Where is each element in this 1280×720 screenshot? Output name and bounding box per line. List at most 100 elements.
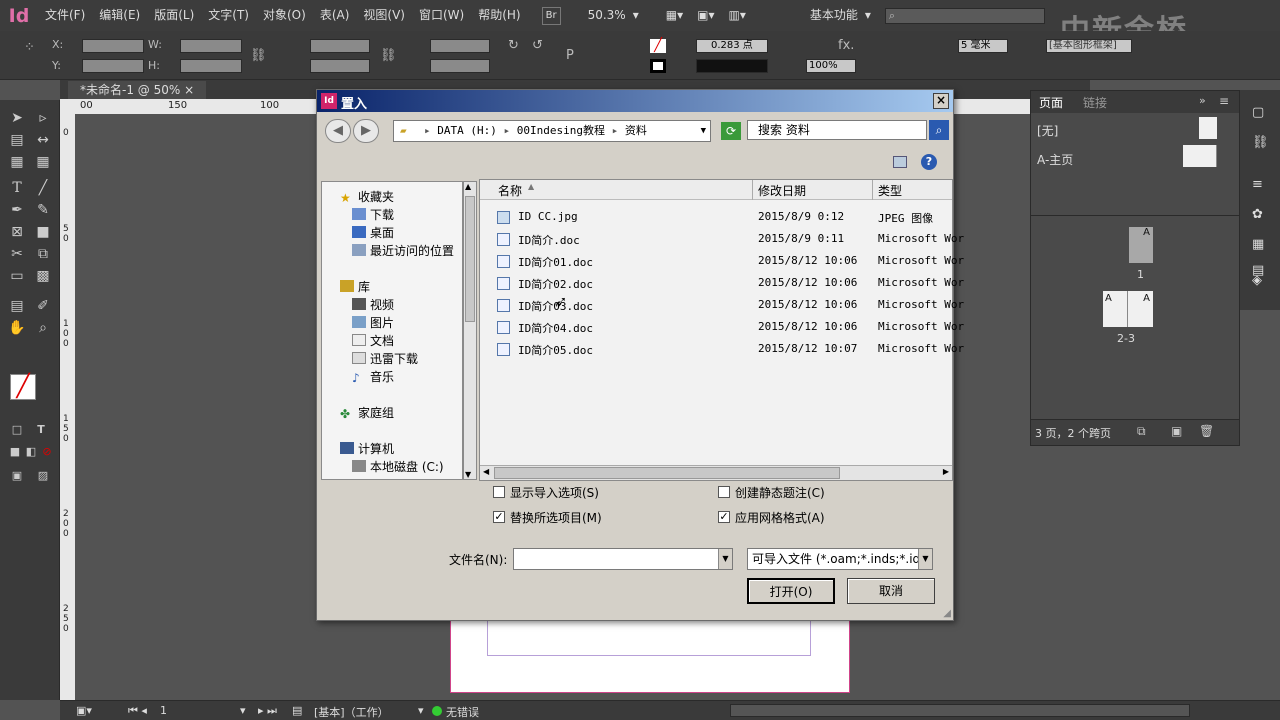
rectangle-frame-tool-icon[interactable]: ⊠ <box>6 222 28 242</box>
chevron-down-icon[interactable]: ▼ <box>918 549 932 569</box>
chevron-down-icon[interactable]: ▾ <box>633 0 639 31</box>
spread-2-3-thumb[interactable]: A A <box>1103 291 1153 327</box>
note-tool-icon[interactable]: ▤ <box>6 296 28 316</box>
stroke-swatch-icon[interactable] <box>650 59 666 73</box>
select-content-icon[interactable]: P <box>566 49 574 63</box>
breadcrumb-folder[interactable]: 00Indesing教程 <box>517 124 605 137</box>
preview-pane-icon[interactable] <box>893 156 907 168</box>
menu-edit[interactable]: 编辑(E) <box>92 0 147 31</box>
zoom-level[interactable]: 50.3% <box>581 0 633 31</box>
horizontal-scrollbar[interactable] <box>730 704 1190 717</box>
swatches-panel-icon[interactable]: ✿ <box>1252 208 1263 222</box>
scroll-down-icon[interactable]: ▼ <box>465 470 471 479</box>
address-dropdown-icon[interactable]: ▼ <box>701 121 706 141</box>
new-page-icon[interactable]: ▣ <box>1171 424 1182 438</box>
show-import-options-checkbox[interactable] <box>493 486 505 498</box>
file-row[interactable]: ID简介01.doc 2015/8/12 10:06 Microsoft Wor <box>480 251 964 271</box>
column-type[interactable]: 类型 <box>878 182 902 199</box>
trash-icon[interactable]: 🗑 <box>1199 424 1214 438</box>
fill-none-icon[interactable]: ╱ <box>650 39 666 53</box>
page-1-thumb[interactable]: A <box>1129 227 1153 263</box>
close-button[interactable]: × <box>933 93 949 109</box>
nav-scrollbar[interactable]: ▲ ▼ <box>463 181 477 480</box>
replace-selected-checkbox[interactable]: ✓ <box>493 511 505 523</box>
rectangle-tool-icon[interactable]: ■ <box>32 222 54 242</box>
selection-tool-icon[interactable]: ➤ <box>6 108 28 128</box>
menu-object[interactable]: 对象(O) <box>256 0 313 31</box>
gradient-swatch-tool-icon[interactable]: ▭ <box>6 266 28 286</box>
pages-panel-icon[interactable]: ▢ <box>1252 106 1264 120</box>
eyedropper-tool-icon[interactable]: ✐ <box>32 296 54 316</box>
file-list-hscrollbar[interactable]: ◀ ▶ <box>480 465 952 480</box>
dialog-title-bar[interactable]: Id 置入 × <box>317 90 953 112</box>
shear-field[interactable] <box>430 59 490 73</box>
working-mode[interactable]: [基本]（工作） <box>314 704 389 720</box>
help-search-input[interactable]: ⌕ <box>884 7 1045 24</box>
search-icon[interactable]: ⌕ <box>929 120 949 140</box>
rotate-ccw-icon[interactable]: ↺ <box>532 39 543 53</box>
screen-mode-icon[interactable]: ▣▾ <box>690 0 721 31</box>
stroke-panel-icon[interactable]: ≡ <box>1252 178 1263 192</box>
workspace-switcher[interactable]: 基本功能 <box>803 0 865 31</box>
scroll-right-icon[interactable]: ▶ <box>943 467 949 476</box>
zoom-tool-icon[interactable]: ⌕ <box>32 318 54 338</box>
scroll-left-icon[interactable]: ◀ <box>483 467 489 476</box>
width-field[interactable] <box>180 39 242 53</box>
nav-documents[interactable]: 文档 <box>352 332 394 349</box>
forward-button[interactable]: ▶ <box>353 119 379 143</box>
menu-view[interactable]: 视图(V) <box>356 0 412 31</box>
effects-icon[interactable]: fx. <box>838 39 854 53</box>
menu-window[interactable]: 窗口(W) <box>412 0 471 31</box>
menu-help[interactable]: 帮助(H) <box>471 0 527 31</box>
nav-favorites[interactable]: ★ 收藏夹 <box>340 188 394 205</box>
formatting-text-icon[interactable]: T <box>30 420 52 440</box>
rotate-cw-icon[interactable]: ↻ <box>508 39 519 53</box>
gap-tool-icon[interactable]: ↔ <box>32 130 54 150</box>
column-date[interactable]: 修改日期 <box>758 182 806 199</box>
document-page[interactable] <box>450 615 850 693</box>
chevron-down-icon[interactable]: ▾ <box>865 0 871 31</box>
page-size-icon[interactable]: ⧉ <box>1137 424 1146 439</box>
formatting-container-icon[interactable]: □ <box>6 420 28 440</box>
back-button[interactable]: ◀ <box>325 119 351 143</box>
tab-links[interactable]: 链接 <box>1083 94 1107 111</box>
view-options-icon[interactable]: ▦▾ <box>659 0 690 31</box>
file-type-select[interactable]: 可导入文件 (*.oam;*.inds;*.idn ▼ <box>747 548 933 570</box>
refresh-icon[interactable]: ⟳ <box>721 122 741 140</box>
hand-tool-icon[interactable]: ✋ <box>6 318 28 338</box>
constrain-link-icon[interactable]: ⛓ <box>250 49 267 63</box>
close-icon[interactable]: × <box>184 83 194 97</box>
tab-pages[interactable]: 页面 <box>1039 94 1063 111</box>
fill-none-icon[interactable]: ╱ <box>10 374 36 400</box>
document-tab[interactable]: *未命名-1 @ 50% × <box>68 81 207 99</box>
file-row[interactable]: ID简介.doc 2015/8/9 0:11 Microsoft Wor <box>480 229 964 249</box>
address-bar[interactable]: ▰ ▸ DATA (H:) ▸ 00Indesing教程 ▸ 资料 ▼ <box>393 120 711 142</box>
panel-menu-icon[interactable]: ≡ <box>1219 94 1229 108</box>
next-page-icon[interactable]: ▸ ⏭ <box>258 704 277 718</box>
links-panel-icon[interactable]: ⛓ <box>1252 136 1269 150</box>
gradient-feather-tool-icon[interactable]: ▩ <box>32 266 54 286</box>
scroll-up-icon[interactable]: ▲ <box>465 182 471 191</box>
nav-library[interactable]: 库 <box>340 278 370 295</box>
constrain-scale-icon[interactable]: ⛓ <box>380 49 397 63</box>
breadcrumb-drive[interactable]: DATA (H:) <box>437 124 497 137</box>
static-caption-checkbox[interactable] <box>718 486 730 498</box>
search-input[interactable]: 搜索 资料 <box>747 120 927 140</box>
column-divider[interactable] <box>752 180 753 200</box>
file-row[interactable]: ID简介03.doc 2015/8/12 10:06 Microsoft Wor <box>480 295 964 315</box>
nav-downloads[interactable]: 下载 <box>352 206 394 223</box>
page-number[interactable]: 1 <box>160 704 167 717</box>
nav-pictures[interactable]: 图片 <box>352 314 394 331</box>
height-field[interactable] <box>180 59 242 73</box>
preflight-icon[interactable]: ▣▾ <box>76 704 92 717</box>
screen-mode-icon[interactable]: ▣ <box>6 466 28 486</box>
file-row[interactable]: ID简介05.doc 2015/8/12 10:07 Microsoft Wor <box>480 339 964 359</box>
free-transform-tool-icon[interactable]: ⧉ <box>32 244 54 264</box>
first-page-icon[interactable]: ⏮ ◂ <box>128 704 147 718</box>
nav-videos[interactable]: 视频 <box>352 296 394 313</box>
scale-y-field[interactable] <box>310 59 370 73</box>
resize-grip-icon[interactable]: ◢ <box>943 608 951 619</box>
menu-file[interactable]: 文件(F) <box>38 0 92 31</box>
mode-chevron-icon[interactable]: ▾ <box>418 704 424 717</box>
master-none[interactable]: [无] <box>1037 122 1058 139</box>
